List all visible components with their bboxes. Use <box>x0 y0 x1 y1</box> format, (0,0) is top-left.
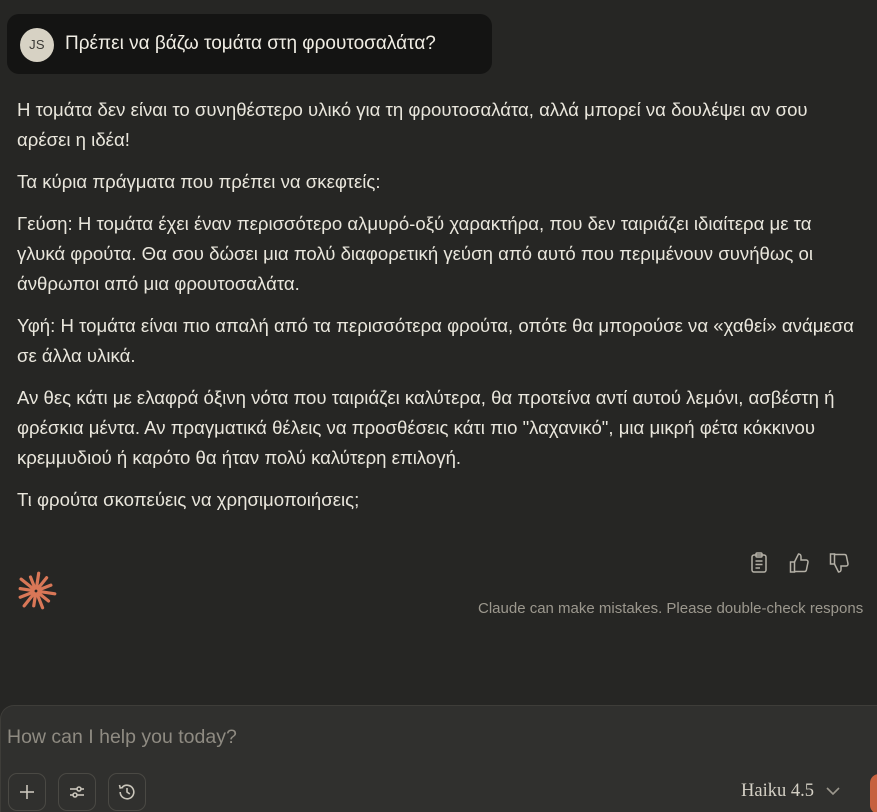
response-paragraph: Τα κύρια πράγματα που πρέπει να σκεφτείς… <box>17 171 381 192</box>
response-paragraph: Αν θες κάτι με ελαφρά όξινη νότα που ται… <box>17 387 835 468</box>
assistant-response: Η τομάτα δεν είναι το συνηθέστερο υλικό … <box>17 95 862 527</box>
user-avatar: JS <box>20 28 54 62</box>
sliders-icon <box>70 786 84 798</box>
message-actions <box>739 550 859 576</box>
response-paragraph: Υφή: Η τομάτα είναι πιο απαλή από τα περ… <box>17 315 854 366</box>
add-attachment-button[interactable] <box>8 773 46 811</box>
claude-logo-icon <box>18 571 57 610</box>
user-message-text: Πρέπει να βάζω τομάτα στη φρουτοσαλάτα? <box>65 33 436 54</box>
thumbs-down-button[interactable] <box>819 550 859 576</box>
composer: Haiku 4.5 <box>0 705 877 812</box>
send-button[interactable] <box>870 774 877 812</box>
clock-icon <box>118 784 135 800</box>
model-name: Haiku 4.5 <box>741 781 814 801</box>
model-selector[interactable]: Haiku 4.5 <box>741 781 840 802</box>
thumbs-down-icon <box>829 553 849 573</box>
response-paragraph: Η τομάτα δεν είναι το συνηθέστερο υλικό … <box>17 99 808 150</box>
response-paragraph: Γεύση: Η τομάτα έχει έναν περισσότερο αλ… <box>17 213 814 294</box>
disclaimer-text: Claude can make mistakes. Please double-… <box>478 600 864 617</box>
thumbs-up-button[interactable] <box>779 550 819 576</box>
message-input[interactable] <box>7 726 707 749</box>
chevron-down-icon <box>826 783 840 801</box>
user-message-bubble: JS Πρέπει να βάζω τομάτα στη φρουτοσαλάτ… <box>7 14 492 74</box>
copy-icon <box>751 552 767 573</box>
thumbs-up-icon <box>789 553 809 573</box>
response-paragraph: Τι φρούτα σκοπεύεις να χρησιμοποιήσεις; <box>17 489 360 510</box>
tools-button[interactable] <box>58 773 96 811</box>
plus-icon <box>20 785 34 799</box>
chat-page: JS Πρέπει να βάζω τομάτα στη φρουτοσαλάτ… <box>0 0 877 812</box>
copy-button[interactable] <box>739 550 779 576</box>
history-button[interactable] <box>108 773 146 811</box>
